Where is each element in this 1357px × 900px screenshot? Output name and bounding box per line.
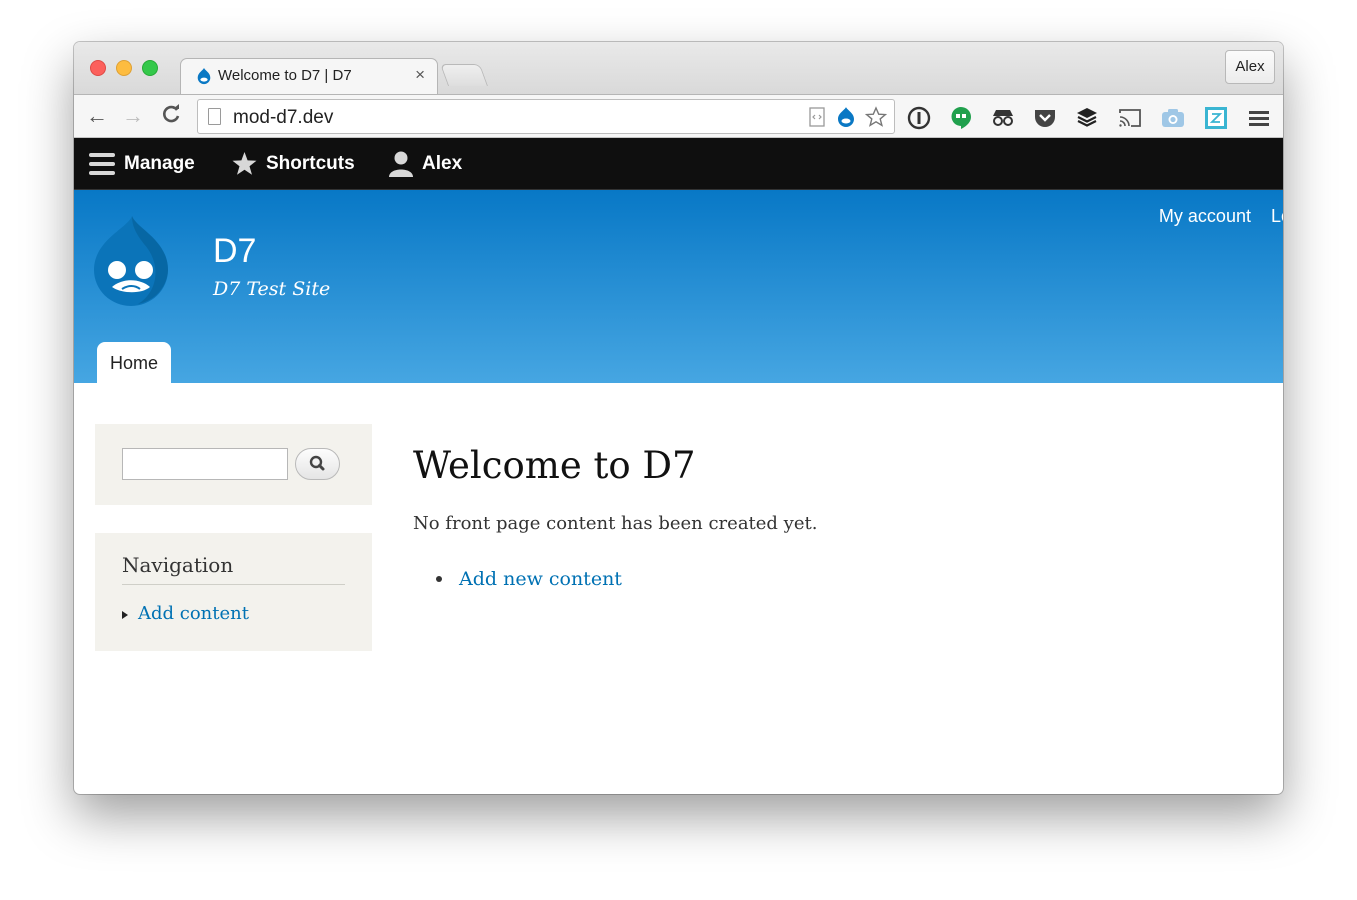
add-new-content-link[interactable]: Add new content — [459, 568, 622, 590]
browser-menu-icon[interactable] — [1246, 105, 1272, 131]
drupal-extension-icon[interactable] — [835, 106, 857, 128]
drupal-favicon-icon — [197, 67, 211, 85]
admin-user-button[interactable]: Alex — [388, 138, 462, 190]
tab-home[interactable]: Home — [97, 342, 171, 383]
admin-toolbar: Manage Shortcuts Alex — [74, 138, 1283, 190]
zotero-extension-icon[interactable] — [1203, 105, 1229, 131]
logout-link[interactable]: Lo — [1271, 206, 1283, 227]
search-icon — [309, 455, 325, 471]
page-title: Welcome to D7 — [413, 444, 696, 487]
page-icon — [208, 108, 221, 125]
window-maximize-button[interactable] — [142, 60, 158, 76]
window-minimize-button[interactable] — [116, 60, 132, 76]
reload-icon — [163, 104, 180, 123]
browser-window: Welcome to D7 | D7 × Alex ← → mod-d7.dev — [74, 42, 1283, 794]
admin-shortcuts-button[interactable]: Shortcuts — [231, 138, 355, 190]
back-button[interactable]: ← — [84, 103, 110, 129]
collapsed-triangle-icon — [122, 611, 128, 619]
list-item: Add new content — [436, 568, 622, 590]
my-account-link[interactable]: My account — [1159, 206, 1251, 227]
empty-front-message: No front page content has been created y… — [413, 513, 818, 534]
tab-strip: Welcome to D7 | D7 × Alex — [74, 42, 1283, 94]
user-icon — [389, 151, 413, 177]
navigation-block: Navigation Add content — [95, 533, 372, 651]
admin-manage-button[interactable]: Manage — [88, 138, 195, 190]
url-text: mod-d7.dev — [233, 107, 334, 128]
bookmark-star-icon[interactable] — [865, 106, 887, 128]
tab-close-icon[interactable]: × — [415, 65, 425, 85]
admin-manage-label: Manage — [124, 153, 195, 174]
list-bullet — [436, 576, 442, 582]
star-icon — [232, 152, 257, 175]
hamburger-menu-icon — [89, 153, 115, 175]
password-manager-icon[interactable] — [906, 105, 932, 131]
admin-shortcuts-label: Shortcuts — [266, 153, 355, 174]
navigation-divider — [122, 584, 345, 585]
search-block — [95, 424, 372, 505]
browser-toolbar: ← → mod-d7.dev — [74, 94, 1283, 138]
search-button[interactable] — [295, 448, 340, 480]
forward-button[interactable]: → — [120, 103, 146, 129]
cast-icon[interactable] — [1117, 105, 1143, 131]
incognito-spy-icon[interactable] — [990, 105, 1016, 131]
drupal-logo-icon[interactable] — [92, 214, 170, 306]
camera-icon[interactable] — [1160, 105, 1186, 131]
source-file-icon[interactable] — [806, 106, 828, 128]
secondary-menu: My account Lo — [1159, 206, 1283, 227]
profile-button[interactable]: Alex — [1225, 50, 1275, 84]
browser-tab-active[interactable]: Welcome to D7 | D7 × — [180, 58, 438, 94]
pocket-icon[interactable] — [1032, 105, 1058, 131]
navigation-title: Navigation — [122, 553, 234, 577]
reload-button[interactable] — [158, 103, 184, 129]
new-tab-button[interactable] — [439, 64, 489, 86]
site-slogan: D7 Test Site — [213, 278, 331, 300]
site-header: D7 D7 Test Site My account Lo Home — [74, 190, 1283, 383]
window-close-button[interactable] — [90, 60, 106, 76]
navigation-item-add-content[interactable]: Add content — [122, 603, 249, 624]
address-bar[interactable]: mod-d7.dev — [197, 99, 895, 134]
tab-title: Welcome to D7 | D7 — [218, 67, 352, 84]
admin-user-label: Alex — [422, 153, 463, 174]
navigation-item-label[interactable]: Add content — [138, 603, 249, 624]
buffer-stack-icon[interactable] — [1074, 105, 1100, 131]
hangouts-icon[interactable] — [948, 105, 974, 131]
search-input[interactable] — [122, 448, 288, 480]
site-name[interactable]: D7 — [213, 232, 256, 271]
